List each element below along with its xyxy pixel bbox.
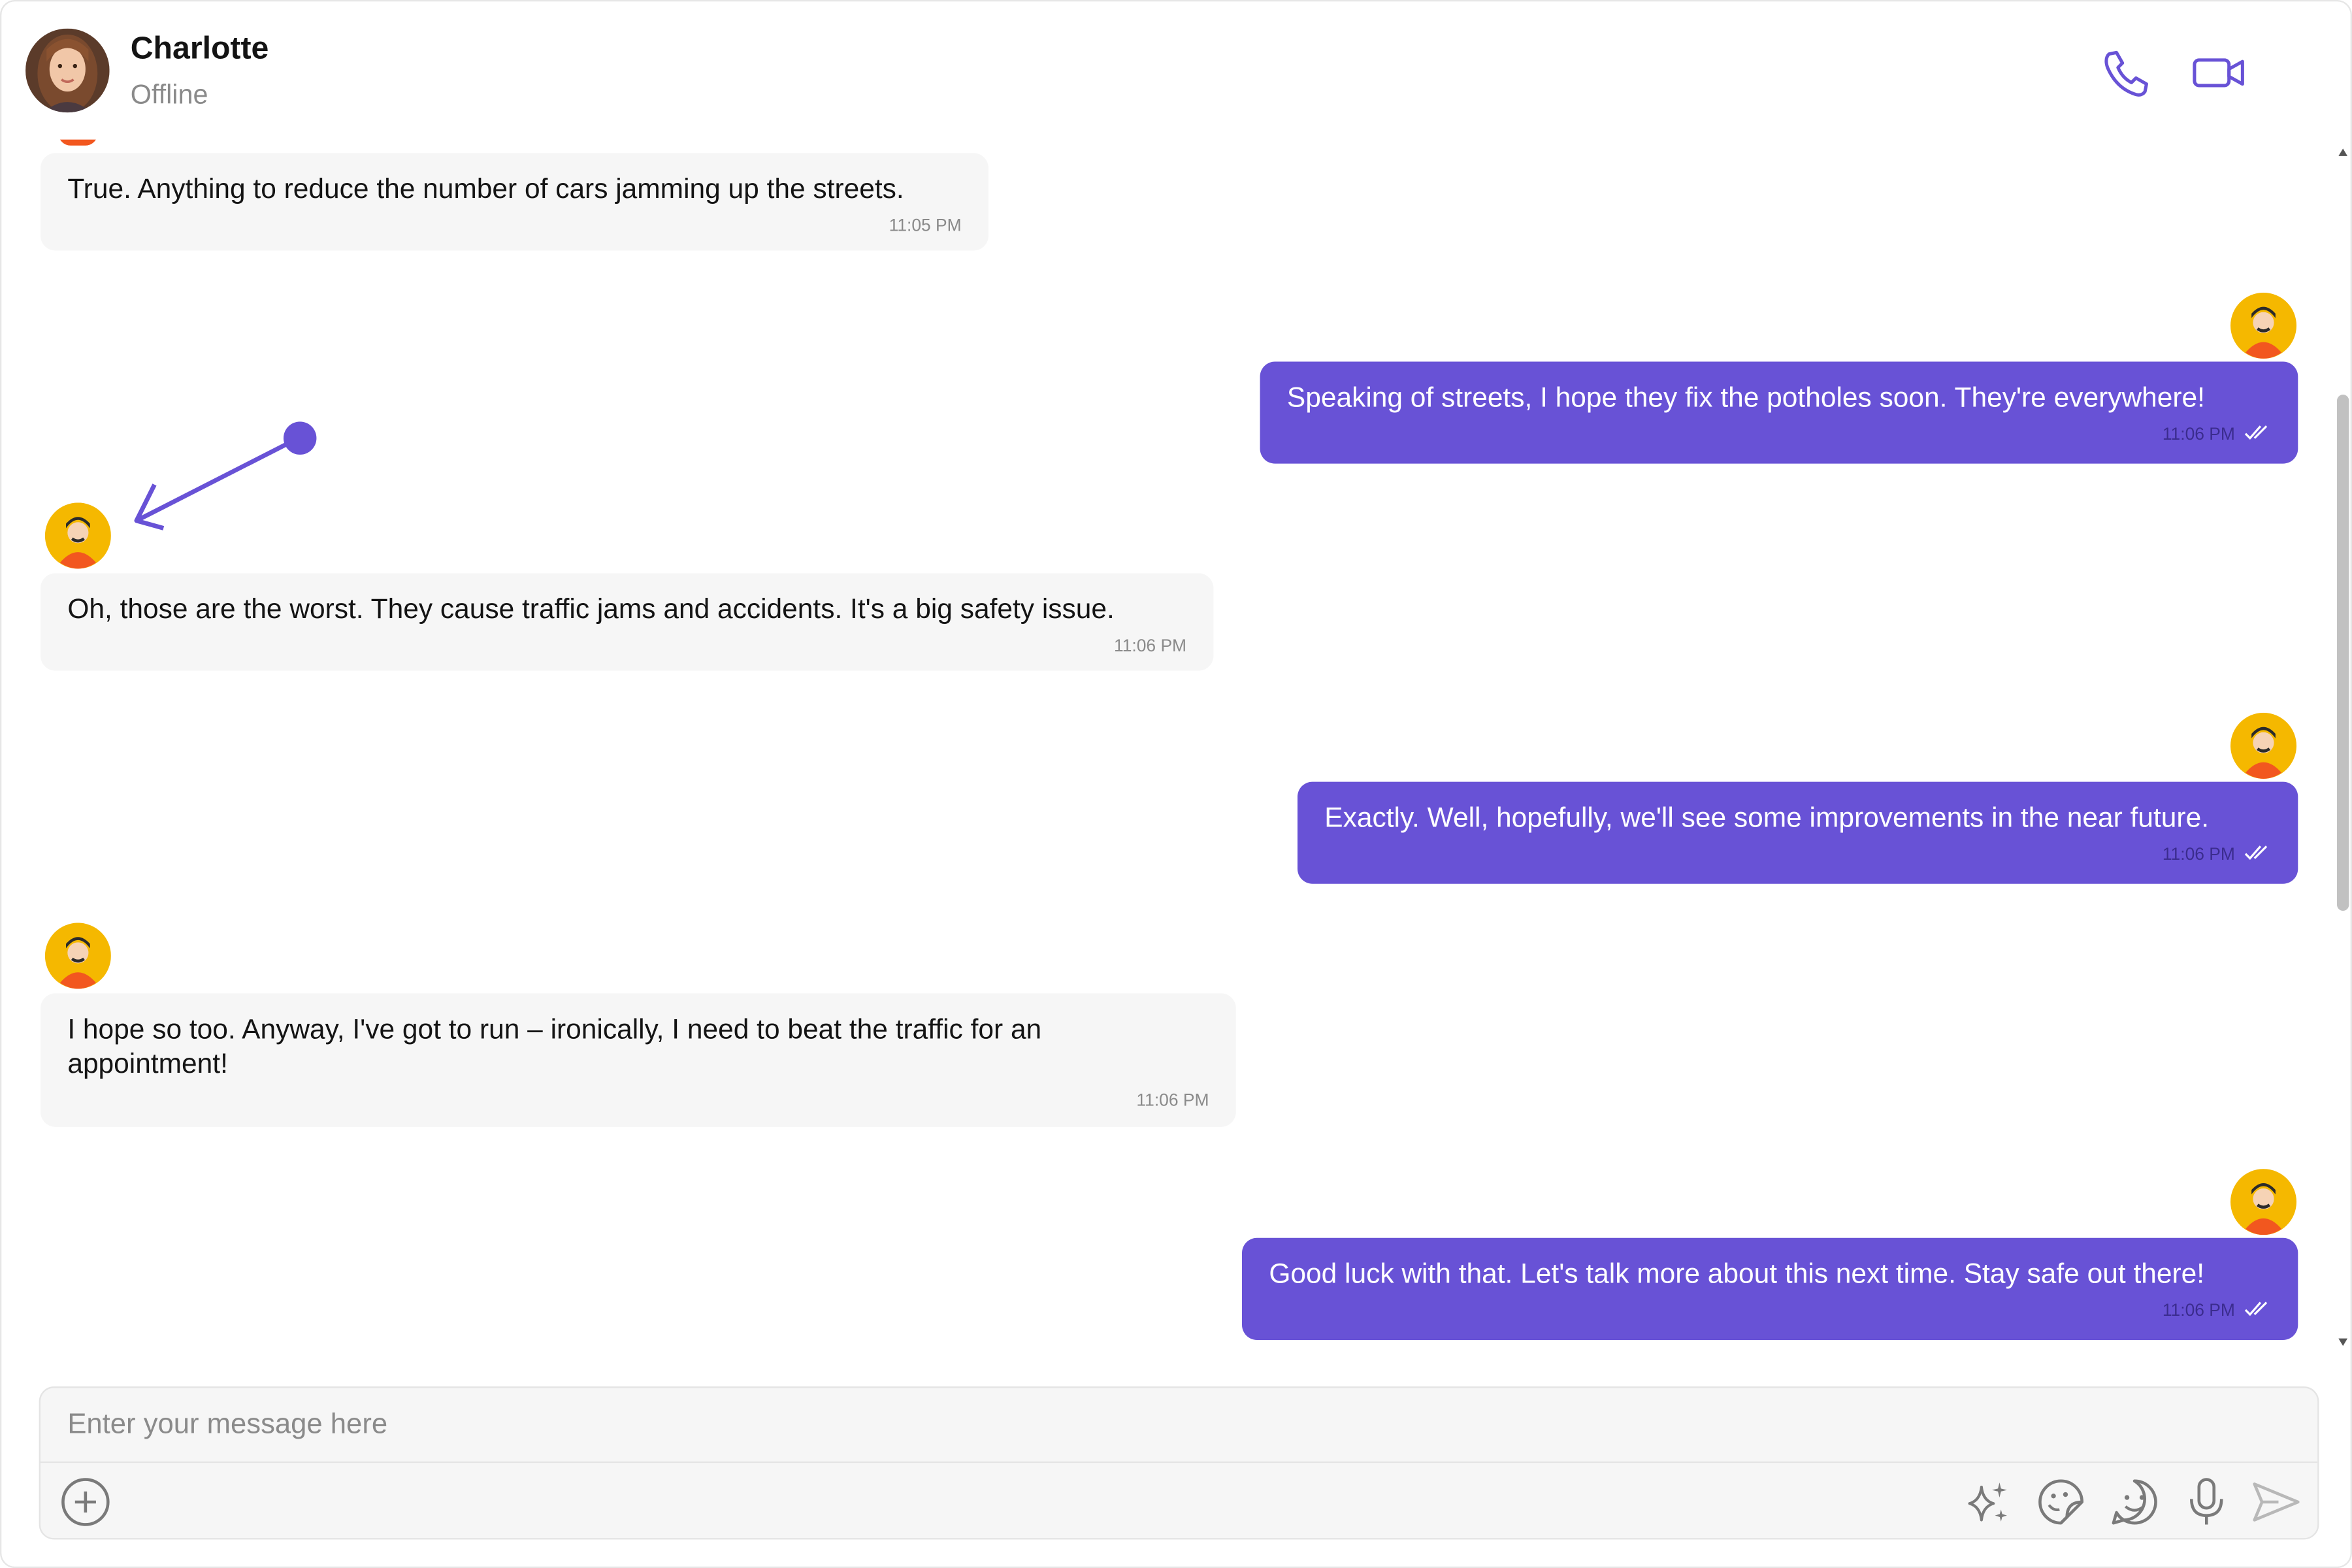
time-label: 11:06 PM	[2162, 846, 2235, 864]
message-bubble-outgoing[interactable]: Exactly. Well, hopefully, we'll see some…	[1297, 781, 2298, 884]
time-label: 11:06 PM	[2162, 1302, 2235, 1321]
time-label: 11:06 PM	[2162, 426, 2235, 444]
add-attachment-icon[interactable]	[59, 1475, 113, 1529]
contact-name: Charlotte	[130, 31, 269, 67]
message-time: 11:06 PM	[1324, 839, 2271, 874]
message-time: 11:06 PM	[1136, 1092, 1209, 1111]
read-receipt-icon	[2244, 845, 2268, 860]
contact-status: Offline	[130, 79, 208, 110]
message-bubble-outgoing[interactable]: Speaking of streets, I hope they fix the…	[1260, 361, 2298, 464]
message-text: Oh, those are the worst. They cause traf…	[67, 593, 1115, 625]
message-list[interactable]: True. Anything to reduce the number of c…	[1, 139, 2350, 1355]
contact-avatar[interactable]	[25, 28, 110, 113]
avatar[interactable]	[44, 923, 111, 989]
scroll-down-arrow-icon[interactable]	[2338, 1338, 2348, 1347]
avatar[interactable]	[2230, 1169, 2297, 1235]
scroll-up-arrow-icon[interactable]	[2338, 148, 2348, 156]
chat-window: Charlotte Offline True. Anything to redu…	[0, 0, 2352, 1568]
message-bubble-outgoing[interactable]: Good luck with that. Let's talk more abo…	[1242, 1237, 2298, 1340]
message-bubble-incoming[interactable]: Oh, those are the worst. They cause traf…	[40, 573, 1214, 671]
avatar[interactable]	[44, 502, 111, 569]
message-bubble-incoming[interactable]: True. Anything to reduce the number of c…	[40, 153, 988, 251]
avatar	[58, 139, 98, 146]
message-text: Good luck with that. Let's talk more abo…	[1269, 1257, 2205, 1289]
chat-header: Charlotte Offline	[1, 1, 2350, 139]
emoji-icon[interactable]	[2108, 1475, 2162, 1529]
read-receipt-icon	[2244, 1301, 2268, 1316]
message-text: True. Anything to reduce the number of c…	[67, 172, 904, 204]
avatar[interactable]	[2230, 292, 2297, 359]
message-time: 11:06 PM	[1113, 638, 1187, 656]
message-time: 11:06 PM	[1269, 1295, 2271, 1330]
microphone-icon[interactable]	[2180, 1475, 2234, 1529]
message-time: 11:06 PM	[1287, 419, 2271, 453]
message-composer	[39, 1386, 2319, 1540]
send-icon[interactable]	[2249, 1475, 2303, 1529]
avatar[interactable]	[2230, 712, 2297, 779]
scrollbar-thumb[interactable]	[2337, 395, 2349, 911]
message-text: Exactly. Well, hopefully, we'll see some…	[1324, 801, 2209, 833]
phone-icon[interactable]	[2095, 44, 2155, 104]
sticker-icon[interactable]	[2034, 1475, 2088, 1529]
read-receipt-icon	[2244, 425, 2268, 440]
annotation-arrow-icon	[134, 421, 317, 531]
message-text: Speaking of streets, I hope they fix the…	[1286, 381, 2205, 413]
ai-sparkle-icon[interactable]	[1961, 1475, 2015, 1529]
message-text: I hope so too. Anyway, I've got to run –…	[67, 1013, 1042, 1079]
video-call-icon[interactable]	[2189, 44, 2249, 104]
message-bubble-incoming[interactable]: I hope so too. Anyway, I've got to run –…	[40, 993, 1236, 1127]
message-input[interactable]	[40, 1388, 2318, 1463]
message-time: 11:05 PM	[889, 218, 962, 236]
